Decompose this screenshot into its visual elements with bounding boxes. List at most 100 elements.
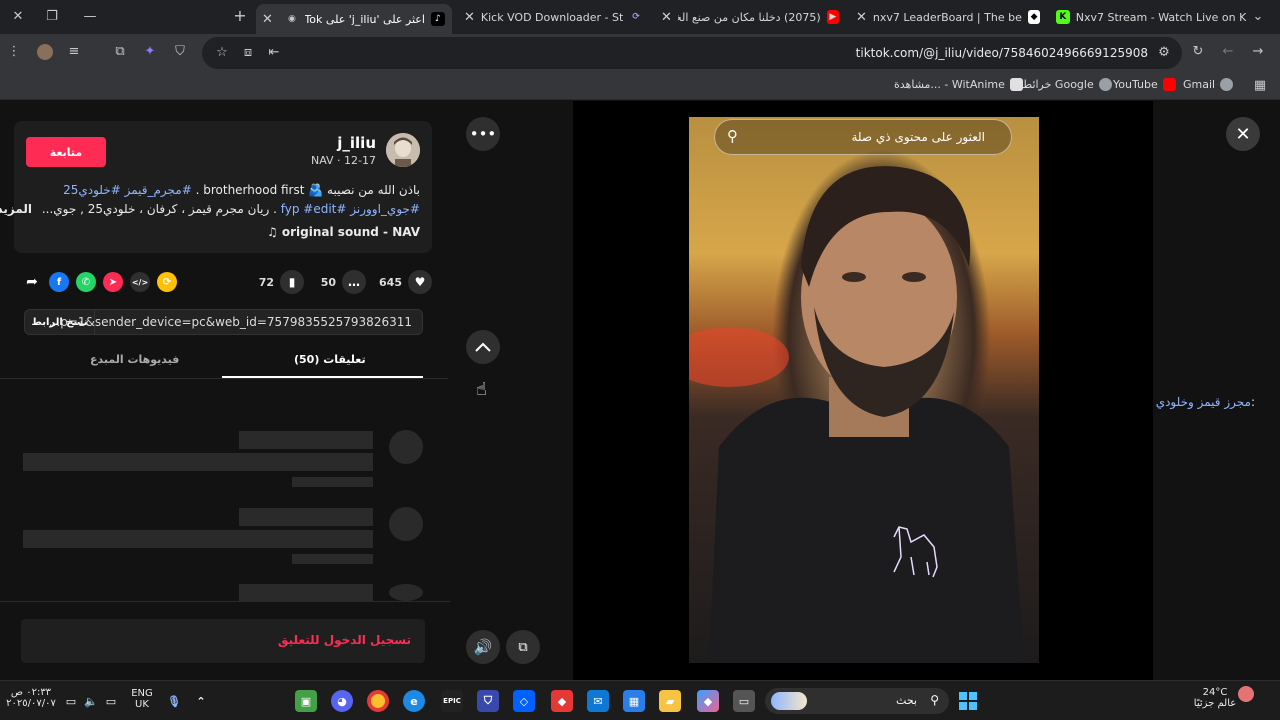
close-icon[interactable]: ✕ (655, 10, 678, 25)
window-close-icon[interactable]: ✕ (10, 9, 26, 25)
bookmark-star-icon[interactable]: ☆ (214, 45, 230, 61)
witanime-icon (1009, 78, 1023, 91)
tab-list-icon[interactable]: ⌄ (1250, 9, 1266, 25)
translate-icon[interactable]: ⧈ (240, 45, 256, 61)
like-action[interactable]: 645 ♥ (379, 268, 432, 296)
skeleton-avatar (389, 507, 423, 541)
skeleton-avatar (389, 584, 423, 601)
task-view-icon[interactable]: ▭ (733, 690, 755, 712)
tab-5-active[interactable]: ✕ ◉ اعثر على 'j_iliu' على TikTok | ♪ (256, 4, 452, 34)
bookmark-youtube[interactable]: YouTube (1113, 78, 1176, 91)
extensions-icon[interactable]: ⧉ (112, 44, 128, 60)
video-info-card: متابعة j_iliu NAV · 12-17 باذن الله من ن… (0, 121, 432, 253)
profile-icon[interactable] (37, 44, 53, 60)
language-indicator[interactable]: ENG UK (128, 688, 156, 710)
window-restore-icon[interactable]: ❐ (44, 9, 60, 25)
more-link[interactable]: المزيد (0, 202, 32, 216)
skeleton-line (23, 453, 373, 471)
bookmark-gmail[interactable]: Gmail (1183, 78, 1234, 91)
copilot-icon[interactable]: ◆ (697, 690, 719, 712)
edge-icon[interactable]: e (403, 690, 425, 712)
microphone-icon[interactable]: 🎙 (163, 690, 185, 712)
menu-icon[interactable]: ⋮ (6, 44, 22, 60)
bookmark-maps[interactable]: خرائط Google (1022, 78, 1112, 91)
save-action[interactable]: 72 ▮ (259, 268, 304, 296)
battery-icon[interactable]: ▭ (60, 690, 82, 712)
follow-button[interactable]: متابعة (26, 137, 106, 167)
media-control-icon[interactable]: ≡ (66, 44, 82, 60)
reload-icon[interactable]: ↻ (1190, 44, 1206, 60)
bookmark-icon[interactable]: ▮ (280, 270, 304, 294)
site-settings-icon[interactable]: ⚙ (1156, 45, 1172, 61)
previous-video-button[interactable] (466, 330, 500, 364)
address-bar[interactable]: ☆ ⧈ ⇤ tiktok.com/@j_iliu/video/758460249… (202, 37, 1182, 69)
avatar[interactable] (386, 133, 420, 167)
username[interactable]: j_iliu (337, 134, 376, 152)
volume-button[interactable]: 🔊 (466, 630, 500, 664)
skeleton-line (239, 431, 373, 449)
dropbox-icon[interactable]: ◇ (513, 690, 535, 712)
close-icon[interactable]: ✕ (850, 10, 873, 25)
comment-icon[interactable]: … (342, 270, 366, 294)
tab-comments[interactable]: تعليقات (50) (294, 353, 366, 366)
tab-creator-videos[interactable]: فيديوهات المبدع (90, 353, 179, 366)
vpn-icon[interactable]: ⛉ (477, 690, 499, 712)
clock[interactable]: ٠٢:٣٣ ص ٢٠٢٥/٠٧/٠٧ (6, 687, 56, 709)
facebook-icon[interactable]: f (49, 272, 69, 292)
repost-icon[interactable]: ⟳ (157, 272, 177, 292)
taskbar-search[interactable]: ⚲ بحث (765, 688, 949, 714)
embed-icon[interactable]: </> (130, 272, 150, 292)
weather-widget[interactable]: 24°C عالم جزئيًا (1190, 687, 1240, 709)
video-search-bar[interactable]: العثور على محتوى ذي صلة ⚲ (714, 119, 1012, 155)
discord-icon[interactable]: ◕ (331, 690, 353, 712)
extension-icon[interactable]: ✦ (142, 44, 158, 60)
share-url[interactable]: ...p=1&sender_device=pc&web_id=757983552… (49, 315, 412, 329)
forward-icon[interactable]: → (1250, 44, 1266, 60)
window-minimize-icon[interactable]: — (82, 9, 98, 25)
app-red-icon[interactable]: ◆ (551, 690, 573, 712)
music-label[interactable]: ♫ original sound - NAV (267, 225, 420, 239)
mini-player-button[interactable]: ⧉ (506, 630, 540, 664)
tab-1[interactable]: K Nxv7 Stream - Watch Live on Ki (1050, 4, 1246, 30)
more-options-button[interactable]: ••• (466, 117, 500, 151)
bookmarks-bar: ▦ Gmail YouTube خرائط Google مشاهدة... -… (0, 72, 1280, 100)
bookmark-witanime[interactable]: مشاهدة... - WitAnime (894, 78, 1023, 91)
hashtags[interactable]: #مجرم_قيمز #خلودي25 (63, 183, 192, 197)
search-icon[interactable]: ⚲ (727, 127, 738, 145)
all-bookmarks-icon[interactable]: ▦ (1252, 78, 1268, 94)
close-icon[interactable]: ✕ (256, 12, 279, 27)
comment-action[interactable]: 50 … (321, 268, 366, 296)
divider (0, 601, 450, 602)
share-arrow-icon[interactable]: ➦ (22, 272, 42, 292)
weather-icon (1238, 686, 1254, 702)
tab-2[interactable]: ✕ nxv7 LeaderBoard | The best Ch ◆ (850, 4, 1046, 30)
shield-icon[interactable]: ⛉ (172, 44, 188, 60)
start-icon[interactable] (957, 690, 979, 712)
search-icon: ⚲ (930, 693, 939, 707)
whatsapp-icon[interactable]: ✆ (76, 272, 96, 292)
outlook-icon[interactable]: ✉ (587, 690, 609, 712)
close-button[interactable]: ✕ (1226, 117, 1260, 151)
chrome-icon[interactable] (367, 690, 389, 712)
video-player[interactable]: العثور على محتوى ذي صلة ⚲ (573, 101, 1153, 680)
file-explorer-icon[interactable]: ▰ (659, 690, 681, 712)
new-tab-button[interactable]: + (232, 8, 248, 24)
app-green-icon[interactable]: ▣ (295, 690, 317, 712)
chevron-up-icon[interactable]: ⌃ (190, 690, 212, 712)
epic-games-icon[interactable]: EPIC (441, 690, 463, 712)
send-icon[interactable]: ➤ (103, 272, 123, 292)
volume-icon[interactable]: 🔈 (80, 690, 102, 712)
close-icon[interactable]: ✕ (458, 10, 481, 25)
url-text: tiktok.com/@j_iliu/video/758460249666912… (855, 46, 1148, 60)
display-icon[interactable]: ▭ (100, 690, 122, 712)
video-frame[interactable]: العثور على محتوى ذي صلة ⚲ (689, 117, 1039, 663)
store-icon[interactable]: ▦ (623, 690, 645, 712)
install-icon[interactable]: ⇤ (266, 45, 282, 61)
tab-4[interactable]: ✕ Kick VOD Downloader - Stream ⟳ (458, 4, 648, 30)
cursor-icon: ☝ (476, 379, 487, 400)
hashtags[interactable]: #جوي_اوورنز #fyp #edit (281, 202, 420, 216)
tab-3[interactable]: ✕ (2075) دخلنا مكان من صنع الخالق ▶ (655, 4, 845, 30)
heart-icon[interactable]: ♥ (408, 270, 432, 294)
back-icon[interactable]: ← (1220, 44, 1236, 60)
login-to-comment[interactable]: تسجيل الدخول للتعليق (21, 619, 425, 663)
